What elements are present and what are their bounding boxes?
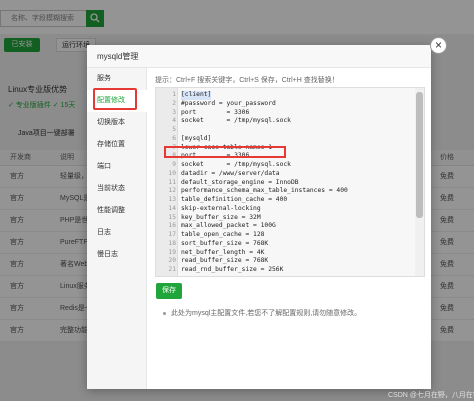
line-text: sort_buffer_size = 768K — [181, 239, 269, 247]
line-number: 17 — [168, 231, 176, 238]
editor-line[interactable]: 11 default_storage_engine = InnoDB — [156, 179, 411, 188]
sidebar-item-slow-log[interactable]: 慢日志 — [87, 244, 147, 266]
bullet-icon — [163, 311, 166, 315]
line-text: key_buffer_size = 32M — [181, 213, 261, 221]
watermark-text: CSDN @七月在野，八月在宇 — [388, 392, 474, 399]
sidebar-item-service[interactable]: 服务 — [87, 68, 147, 90]
line-text: socket = /tmp/mysql.sock — [181, 117, 291, 125]
line-number: 1 — [172, 91, 176, 98]
editor-line[interactable]: 12 performance_schema_max_table_instances… — [156, 187, 411, 196]
editor-line[interactable]: 21 read_rnd_buffer_size = 256K — [156, 266, 411, 275]
editor-line[interactable]: 16 max_allowed_packet = 100G — [156, 222, 411, 231]
line-number: 5 — [172, 126, 176, 133]
editor-line[interactable]: 14 skip-external-locking — [156, 205, 411, 214]
editor-line[interactable]: 20 read_buffer_size = 768K — [156, 257, 411, 266]
mysqld-manager-dialog: mysqld管理 × 服务 配置修改 切换版本 存储位置 端口 当前状态 性能调… — [87, 37, 447, 389]
line-number: 6 — [172, 134, 176, 142]
editor-line[interactable]: 7 lower-case-table-names=1 — [156, 144, 411, 153]
editor-line[interactable]: 2 #password = your_password — [156, 100, 411, 109]
editor-line[interactable]: 3 port = 3306 — [156, 109, 411, 118]
config-note: 此处为mysql主配置文件,若您不了解配置规则,请勿随意修改。 — [163, 308, 361, 318]
line-number: 11 — [168, 178, 176, 186]
line-number: 10 — [168, 169, 176, 177]
line-text: #password = your_password — [181, 99, 276, 107]
editor-line[interactable]: 18 sort_buffer_size = 768K — [156, 240, 411, 249]
line-text: port = 3306 — [181, 152, 250, 160]
config-note-text: 此处为mysql主配置文件,若您不了解配置规则,请勿随意修改。 — [171, 310, 362, 317]
dialog-title: mysqld管理 — [87, 45, 431, 68]
dialog-sidebar: 服务 配置修改 切换版本 存储位置 端口 当前状态 性能调整 日志 慢日志 — [87, 68, 147, 389]
line-number: 14 — [168, 204, 176, 212]
editor-scrollbar[interactable] — [415, 88, 424, 276]
editor-line[interactable]: 1 [client] — [156, 91, 411, 100]
sidebar-item-status[interactable]: 当前状态 — [87, 178, 147, 200]
line-text: default_storage_engine = InnoDB — [181, 178, 299, 186]
line-number: 16 — [168, 222, 176, 230]
editor-line[interactable]: 10 datadir = /www/server/data — [156, 170, 411, 179]
config-editor[interactable]: 1 [client] 2 #password = your_password 3 port… — [155, 87, 425, 277]
editor-line[interactable]: 8 port = 3306 — [156, 152, 411, 161]
line-text: lower-case-table-names=1 — [181, 143, 272, 151]
sidebar-item-config[interactable]: 配置修改 — [87, 90, 147, 112]
line-text: net_buffer_length = 4K — [181, 248, 265, 256]
line-number: 21 — [168, 266, 176, 273]
line-text: datadir = /www/server/data — [181, 169, 280, 177]
sidebar-item-port[interactable]: 端口 — [87, 156, 147, 178]
line-text: performance_schema_max_table_instances =… — [181, 187, 348, 195]
line-number: 15 — [168, 213, 176, 221]
sidebar-item-performance[interactable]: 性能调整 — [87, 200, 147, 222]
save-button[interactable]: 保存 — [156, 283, 182, 299]
line-number: 7 — [172, 143, 176, 151]
line-text: max_allowed_packet = 100G — [181, 222, 276, 230]
line-text: table_definition_cache = 400 — [181, 196, 288, 203]
line-number: 4 — [172, 117, 176, 125]
line-number: 2 — [172, 99, 176, 107]
close-icon: × — [434, 38, 442, 52]
line-text: port = 3306 — [181, 108, 250, 116]
line-number: 12 — [168, 187, 176, 195]
sidebar-item-version[interactable]: 切换版本 — [87, 112, 147, 134]
editor-line[interactable]: 9 socket = /tmp/mysql.sock — [156, 161, 411, 170]
line-number: 3 — [172, 108, 176, 116]
editor-line[interactable]: 5 — [156, 126, 411, 135]
close-button[interactable]: × — [430, 37, 447, 54]
line-number: 8 — [172, 152, 176, 160]
line-number: 9 — [172, 161, 176, 168]
line-text: [mysqld] — [181, 134, 212, 142]
sidebar-item-log[interactable]: 日志 — [87, 222, 147, 244]
line-text: socket = /tmp/mysql.sock — [181, 161, 291, 168]
line-number: 13 — [168, 196, 176, 203]
line-number: 19 — [168, 248, 176, 256]
line-number: 20 — [168, 257, 176, 265]
editor-scrollbar-thumb[interactable] — [416, 92, 423, 218]
editor-hint: 提示：Ctrl+F 搜索关键字，Ctrl+S 保存，Ctrl+H 查找替换！ — [155, 77, 339, 84]
editor-line[interactable]: 6 [mysqld] — [156, 135, 411, 144]
line-text: read_rnd_buffer_size = 256K — [181, 266, 284, 273]
editor-line[interactable]: 13 table_definition_cache = 400 — [156, 196, 411, 205]
editor-line[interactable]: 4 socket = /tmp/mysql.sock — [156, 117, 411, 126]
line-text: table_open_cache = 128 — [181, 231, 265, 238]
line-text: [client] — [181, 91, 212, 100]
line-text: skip-external-locking — [181, 204, 261, 212]
line-text: read_buffer_size = 768K — [181, 257, 269, 265]
editor-line[interactable]: 17 table_open_cache = 128 — [156, 231, 411, 240]
editor-line[interactable]: 15 key_buffer_size = 32M — [156, 214, 411, 223]
sidebar-item-storage[interactable]: 存储位置 — [87, 134, 147, 156]
editor-line[interactable]: 19 net_buffer_length = 4K — [156, 249, 411, 258]
line-number: 18 — [168, 239, 176, 247]
